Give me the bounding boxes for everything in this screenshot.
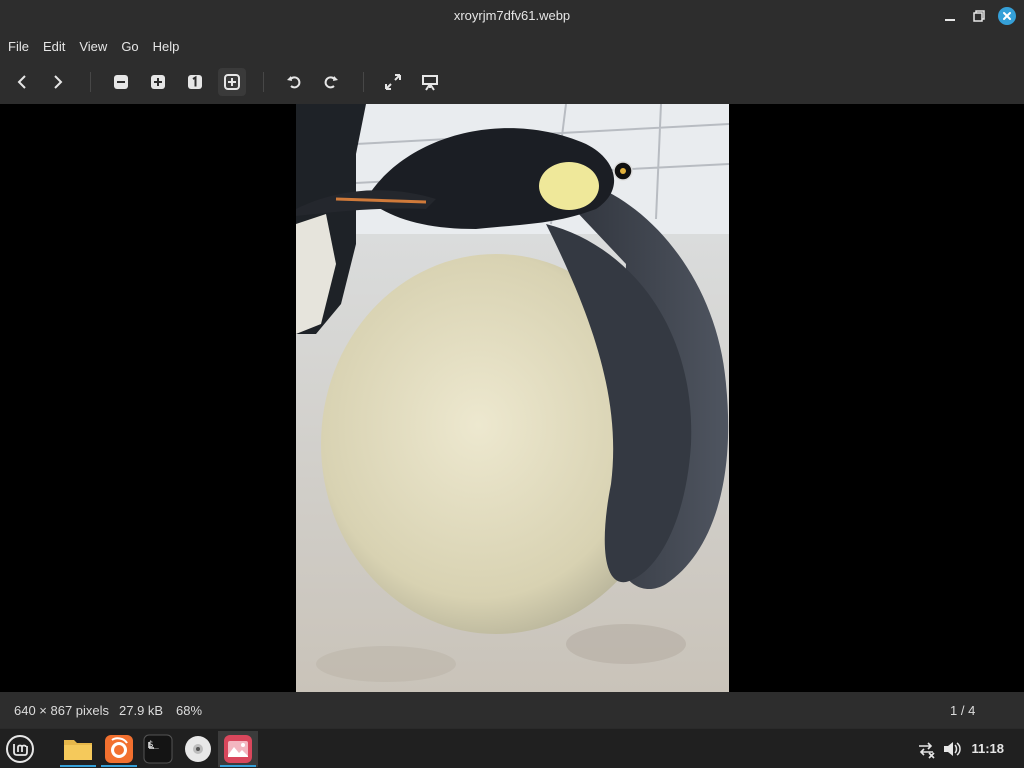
start-menu-button[interactable] (0, 731, 40, 767)
menu-view[interactable]: View (79, 39, 115, 54)
previous-image-button[interactable] (8, 68, 36, 96)
taskbar-disc[interactable] (178, 731, 218, 767)
chevron-left-icon (17, 75, 26, 89)
zoom-1-1-button[interactable] (181, 68, 209, 96)
penguin-image (296, 104, 729, 692)
minimize-button[interactable] (941, 7, 959, 25)
minus-square-icon (114, 75, 128, 89)
next-image-button[interactable] (44, 68, 72, 96)
taskbar-files[interactable] (58, 731, 98, 767)
image-canvas[interactable] (0, 104, 1024, 692)
title-bar: xroyrjm7dfv61.webp (0, 0, 1024, 32)
toolbar-separator (363, 72, 364, 92)
file-size: 27.9 kB (119, 703, 164, 718)
zoom-out-button[interactable] (107, 68, 135, 96)
rotate-right-button[interactable] (317, 68, 345, 96)
taskbar: $_ 11:18 (0, 728, 1024, 768)
zoom-in-button[interactable] (144, 68, 172, 96)
minimize-icon (945, 19, 955, 21)
terminal-icon: $_ (143, 734, 173, 764)
image-viewer-icon (224, 735, 252, 763)
folder-icon (64, 740, 92, 760)
menu-help[interactable]: Help (153, 39, 188, 54)
expand-icon (385, 74, 401, 90)
rotate-left-button[interactable] (280, 68, 308, 96)
menu-bar: File Edit View Go Help (0, 32, 1024, 60)
close-button[interactable] (998, 7, 1016, 25)
svg-text:$_: $_ (148, 740, 159, 750)
image-dimensions: 640 × 867 pixels (14, 703, 110, 718)
chevron-right-icon (54, 75, 63, 89)
toolbar-separator (263, 72, 264, 92)
one-square-icon (188, 75, 202, 89)
maximize-button[interactable] (970, 7, 988, 25)
slideshow-button[interactable] (416, 68, 444, 96)
firefox-icon (105, 735, 133, 763)
penguin-photo (296, 104, 729, 692)
tray-network[interactable] (912, 731, 940, 767)
menu-file[interactable]: File (8, 39, 37, 54)
fullscreen-button[interactable] (379, 68, 407, 96)
rotate-cw-icon (324, 76, 338, 89)
restore-icon (973, 10, 985, 22)
tray-volume[interactable] (940, 731, 964, 767)
disc-icon (185, 736, 211, 762)
image-position: 1 / 4 (950, 703, 976, 718)
taskbar-firefox[interactable] (99, 731, 139, 767)
close-icon (1003, 12, 1011, 20)
easel-icon (422, 75, 438, 91)
network-disconnected-icon (919, 742, 935, 759)
plus-square-icon (151, 75, 165, 89)
menu-go[interactable]: Go (121, 39, 146, 54)
fit-square-icon (224, 74, 240, 90)
volume-icon (944, 742, 961, 756)
clock[interactable]: 11:18 (971, 741, 1004, 756)
zoom-level: 68% (176, 703, 203, 718)
window-title: xroyrjm7dfv61.webp (453, 8, 571, 23)
toolbar (0, 60, 1024, 104)
taskbar-image-viewer[interactable] (218, 731, 258, 767)
zoom-fit-button[interactable] (218, 68, 246, 96)
menu-edit[interactable]: Edit (43, 39, 73, 54)
mint-logo-icon (6, 735, 34, 763)
taskbar-terminal[interactable]: $_ (138, 731, 178, 767)
status-bar: 640 × 867 pixels 27.9 kB 68% 1 / 4 (0, 692, 1024, 728)
rotate-ccw-icon (287, 76, 301, 89)
toolbar-separator (90, 72, 91, 92)
